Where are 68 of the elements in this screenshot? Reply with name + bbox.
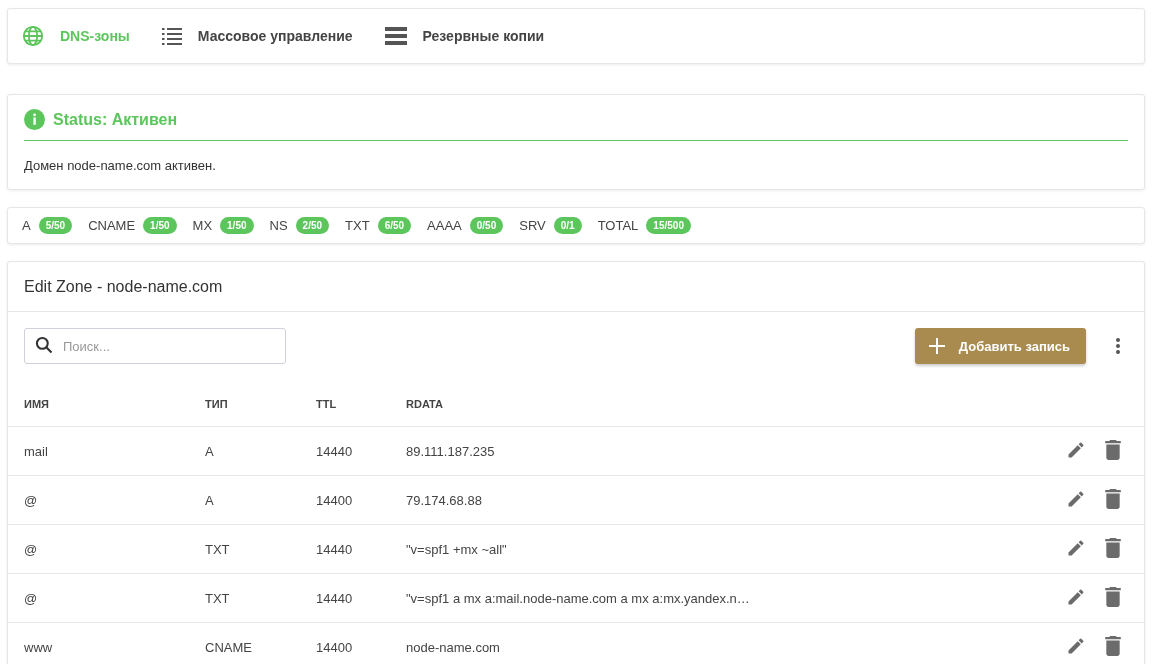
trash-icon	[1104, 586, 1122, 607]
more-vertical-icon	[1116, 338, 1120, 354]
count-badge: 5/50	[38, 217, 73, 234]
trash-icon	[1104, 537, 1122, 558]
search-icon	[34, 335, 54, 355]
plus-icon	[928, 338, 945, 354]
record-type-label: AAAA	[427, 218, 462, 233]
delete-button[interactable]	[1104, 439, 1122, 463]
pencil-icon	[1066, 635, 1086, 656]
column-header: ТИП	[205, 397, 228, 410]
pencil-icon	[1066, 439, 1086, 460]
pencil-icon	[1066, 537, 1086, 558]
record-type-label: NS	[269, 218, 288, 233]
table-cell: www	[24, 639, 53, 655]
trash-icon	[1104, 488, 1122, 509]
table-cell: "v=spf1 +mx ~all"	[406, 541, 507, 557]
table-cell: @	[24, 541, 38, 557]
table-cell: CNAME	[205, 639, 252, 655]
delete-button[interactable]	[1104, 635, 1122, 659]
trash-icon	[1104, 635, 1122, 656]
list-icon	[161, 27, 182, 45]
table-cell: TXT	[205, 541, 230, 557]
status-message: Домен node-name.com активен.	[24, 158, 217, 173]
count-badge: 6/50	[377, 217, 412, 234]
server-icon	[384, 27, 407, 45]
delete-button[interactable]	[1104, 537, 1122, 561]
column-header: RDATA	[406, 397, 443, 410]
count-badge: 2/50	[295, 217, 330, 234]
count-badge: 0/1	[553, 217, 582, 234]
pencil-icon	[1066, 586, 1086, 607]
pencil-icon	[1066, 488, 1086, 509]
table-cell: 89.111.187.235	[406, 443, 495, 459]
count-badge: 1/50	[220, 217, 254, 234]
zone-title: Edit Zone - node-name.com	[8, 262, 1144, 312]
count-badge: 0/50	[469, 217, 504, 234]
globe-icon	[22, 25, 44, 47]
column-header: TTL	[316, 397, 337, 410]
record-type-label: TOTAL	[597, 218, 639, 233]
delete-button[interactable]	[1104, 488, 1122, 512]
table-cell: 79.174.68.88	[406, 492, 482, 508]
table-cell: A	[205, 492, 214, 508]
table-cell: node-name.com	[406, 639, 500, 655]
status-title: Status: Активен	[53, 110, 178, 129]
table-cell: @	[24, 492, 38, 508]
record-type-label: CNAME	[88, 218, 136, 233]
table-cell: 14400	[316, 492, 353, 508]
nav-tab[interactable]: Массовое управление	[197, 28, 353, 44]
nav-tab[interactable]: Резервные копии	[422, 28, 545, 44]
count-badge: 15/500	[646, 217, 691, 234]
table-cell: TXT	[205, 590, 230, 606]
trash-icon	[1104, 439, 1122, 460]
table-cell: "v=spf1 a mx a:mail.node-name.com a mx a:mx.yandex.n…	[406, 590, 750, 606]
record-type-label: TXT	[345, 218, 370, 233]
table-cell: 14440	[316, 541, 353, 557]
record-type-label: SRV	[519, 218, 546, 233]
search-field[interactable]: Поиск...	[24, 328, 286, 364]
table-cell: mail	[24, 443, 48, 459]
table-cell: 14440	[316, 590, 353, 606]
table-cell: 14400	[316, 639, 353, 655]
delete-button[interactable]	[1104, 586, 1122, 610]
table-cell: @	[24, 590, 38, 606]
info-icon	[24, 109, 45, 130]
record-type-label: A	[22, 218, 31, 233]
count-badge: 1/50	[143, 217, 177, 234]
record-type-label: MX	[192, 218, 213, 233]
column-header: ИМЯ	[24, 397, 49, 410]
table-cell: A	[205, 443, 214, 459]
table-cell: 14440	[316, 443, 353, 459]
